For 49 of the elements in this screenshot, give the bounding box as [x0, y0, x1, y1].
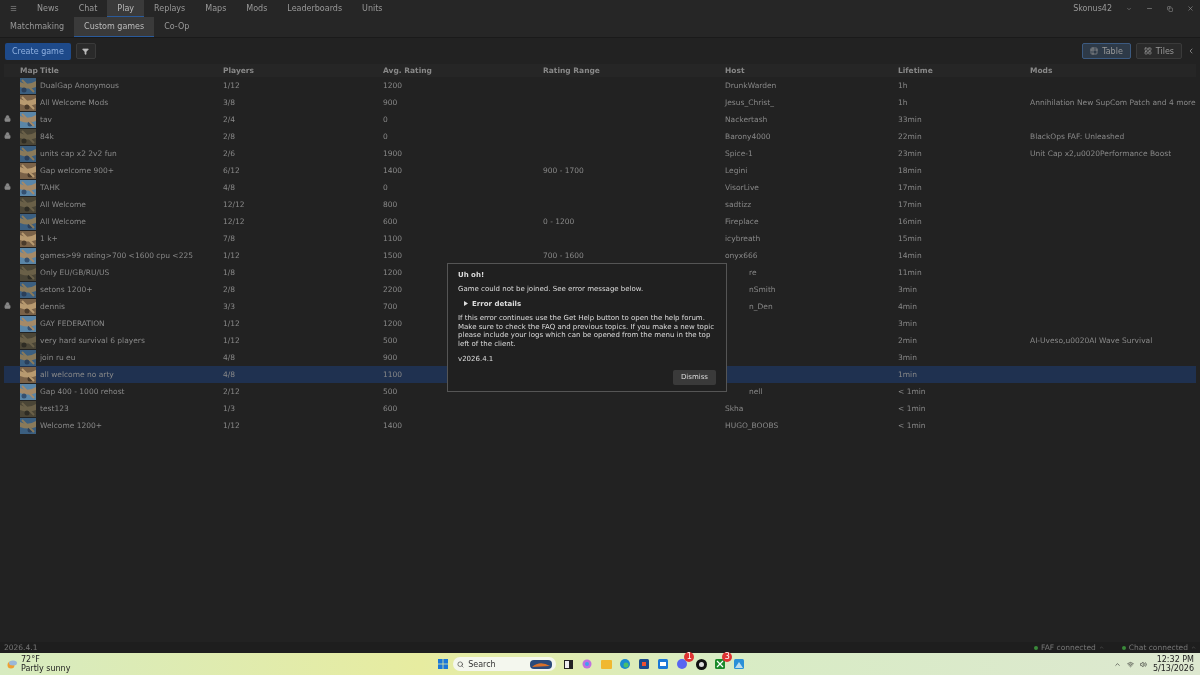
view-button[interactable]: Table [1082, 43, 1131, 59]
nav-tab[interactable]: Chat [68, 0, 108, 17]
nav-tab[interactable]: Leaderboards [277, 0, 353, 17]
network-icon[interactable] [1126, 660, 1134, 668]
nav-tab[interactable]: Play [107, 0, 144, 17]
clock-date[interactable]: 5/13/2026 [1152, 664, 1194, 674]
weather-text: Partly sunny [21, 664, 71, 674]
minimize-icon[interactable] [1146, 5, 1153, 12]
browser-icon[interactable] [618, 657, 633, 671]
restore-icon[interactable] [1167, 5, 1173, 12]
caret-icon[interactable] [1126, 5, 1132, 12]
volume-icon[interactable] [1139, 660, 1147, 668]
filter-button[interactable] [75, 43, 96, 59]
xbox-icon[interactable] [715, 659, 726, 669]
caret-icon [1191, 645, 1196, 650]
view-button[interactable]: Tiles [1135, 43, 1182, 59]
grid-icon [1143, 47, 1152, 55]
weather-icon [6, 658, 18, 670]
sub-tab[interactable]: Matchmaking [0, 17, 75, 37]
game-client-icon[interactable] [694, 657, 709, 671]
clock-time[interactable]: 12:32 PM [1156, 654, 1194, 664]
nav-tab[interactable]: Mods [236, 0, 278, 17]
chat-app-icon[interactable] [677, 659, 688, 669]
collapse-icon[interactable] [1187, 47, 1195, 55]
sub-tab[interactable]: Custom games [74, 17, 155, 37]
create-game-button[interactable]: Create game [5, 42, 71, 60]
notification-badge: 1 [684, 652, 695, 662]
menu-icon [10, 4, 17, 12]
tray-chevron-icon[interactable] [1113, 660, 1121, 668]
triangle-icon [464, 301, 468, 307]
search-icon [457, 660, 465, 668]
mail-icon[interactable] [656, 657, 671, 671]
nav-tab[interactable]: Maps [195, 0, 237, 17]
windows-icon[interactable] [438, 659, 449, 669]
nav-tab[interactable]: Units [352, 0, 393, 17]
nav-tab[interactable]: Replays [144, 0, 196, 17]
user-menu[interactable]: Skonus42 [1073, 4, 1112, 13]
task-view-icon[interactable] [561, 657, 576, 671]
filter-icon [82, 47, 90, 55]
sub-tab[interactable]: Co-Op [154, 17, 200, 37]
table-icon [1090, 47, 1099, 55]
search-field[interactable]: Search [453, 657, 557, 671]
notification-badge: 3 [722, 652, 733, 662]
nav-tab[interactable]: News [27, 0, 69, 17]
store-icon[interactable] [637, 657, 652, 671]
photos-icon[interactable] [732, 657, 747, 671]
close-icon[interactable] [1187, 5, 1194, 12]
temperature: 72°F [21, 654, 41, 664]
caret-icon [1098, 645, 1104, 650]
